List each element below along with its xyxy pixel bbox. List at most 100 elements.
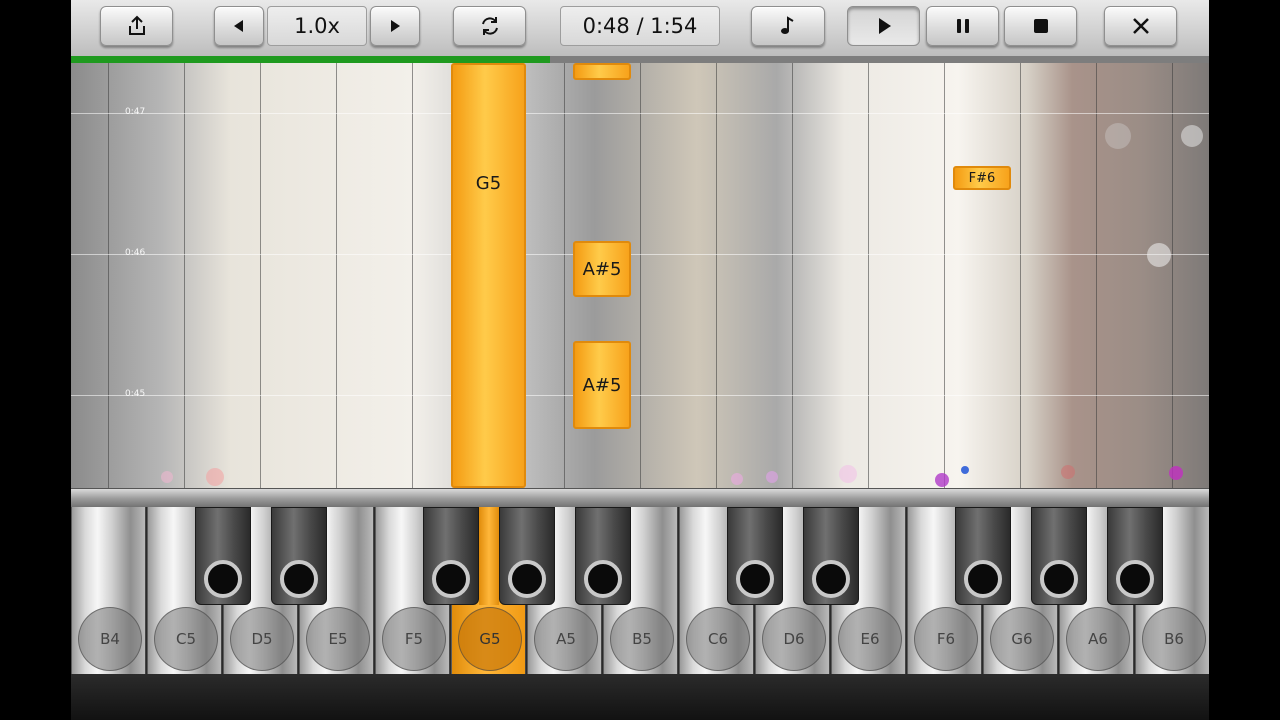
falling-note: G5	[451, 63, 526, 488]
music-note-icon	[777, 15, 799, 37]
key-marker	[508, 560, 546, 598]
share-button[interactable]	[100, 6, 173, 46]
time-mark: 0:45	[125, 389, 146, 399]
lane	[185, 63, 261, 488]
particle	[839, 465, 857, 483]
pause-icon	[953, 16, 973, 36]
key-marker	[812, 560, 850, 598]
piano-key-d-sharp-6[interactable]	[803, 507, 859, 605]
falling-note	[573, 63, 631, 80]
time-mark: 0:46	[125, 248, 146, 258]
particle	[935, 473, 949, 487]
key-label: E6	[838, 607, 902, 671]
stop-button[interactable]	[1004, 6, 1077, 46]
key-marker	[280, 560, 318, 598]
key-label: E5	[306, 607, 370, 671]
particle	[1105, 123, 1131, 149]
note-label: F#6	[968, 170, 996, 186]
lane	[641, 63, 717, 488]
loop-button[interactable]	[453, 6, 526, 46]
lane	[1021, 63, 1097, 488]
progress-bar[interactable]	[71, 56, 1209, 63]
lane	[71, 63, 109, 488]
key-label: C6	[686, 607, 750, 671]
lane	[945, 63, 1021, 488]
toolbar: 1.0x 0:48 / 1:54	[71, 0, 1209, 57]
piano-key-c-sharp-6[interactable]	[727, 507, 783, 605]
key-marker	[964, 560, 1002, 598]
particle	[1061, 465, 1075, 479]
note-roll: 0:47 0:46 0:45 G5 A#5 A#5 F#6	[71, 63, 1209, 488]
key-marker	[432, 560, 470, 598]
lane	[717, 63, 793, 488]
piano-key-d-sharp-5[interactable]	[271, 507, 327, 605]
lane	[337, 63, 413, 488]
key-label: C5	[154, 607, 218, 671]
close-icon	[1131, 16, 1151, 36]
stop-icon	[1031, 16, 1051, 36]
particle	[1181, 125, 1203, 147]
piano-key-b4[interactable]: B4	[71, 507, 146, 674]
pause-button[interactable]	[926, 6, 999, 46]
key-marker	[584, 560, 622, 598]
time-gridline	[71, 395, 1209, 396]
key-label: D6	[762, 607, 826, 671]
particle	[731, 473, 743, 485]
falling-note: A#5	[573, 341, 631, 429]
piano-key-c-sharp-5[interactable]	[195, 507, 251, 605]
lane	[793, 63, 869, 488]
piano-key-g-sharp-5[interactable]	[499, 507, 555, 605]
music-button[interactable]	[751, 6, 825, 46]
speed-down-button[interactable]	[214, 6, 264, 46]
speed-display: 1.0x	[267, 6, 367, 46]
lane	[869, 63, 945, 488]
particle	[206, 468, 224, 486]
falling-note: A#5	[573, 241, 631, 297]
active-key-highlight	[479, 507, 499, 605]
key-label: G6	[990, 607, 1054, 671]
key-label: B6	[1142, 607, 1206, 671]
lane	[109, 63, 185, 488]
key-label: A5	[534, 607, 598, 671]
speed-up-icon	[387, 18, 403, 34]
key-label: D5	[230, 607, 294, 671]
particle	[161, 471, 173, 483]
particle	[961, 466, 969, 474]
play-button[interactable]	[847, 6, 920, 46]
falling-note: F#6	[953, 166, 1011, 190]
note-label: G5	[475, 173, 502, 194]
time-gridline	[71, 113, 1209, 114]
particle	[1169, 466, 1183, 480]
piano-key-a-sharp-5[interactable]	[575, 507, 631, 605]
particle	[1147, 243, 1171, 267]
key-label: B5	[610, 607, 674, 671]
piano-app: 1.0x 0:48 / 1:54 0:47 0:46 0:45 G5 A#5 A…	[71, 0, 1209, 720]
play-icon	[874, 16, 894, 36]
piano-key-g-sharp-6[interactable]	[1031, 507, 1087, 605]
speed-down-icon	[231, 18, 247, 34]
key-label: A6	[1066, 607, 1130, 671]
close-button[interactable]	[1104, 6, 1177, 46]
speed-up-button[interactable]	[370, 6, 420, 46]
key-marker	[1116, 560, 1154, 598]
time-gridline	[71, 254, 1209, 255]
note-label: A#5	[582, 374, 622, 396]
particle	[766, 471, 778, 483]
piano-keyboard: B4 C5 D5 E5 F5 G5 A5 B5 C6 D6 E6 F6 G6 A…	[71, 507, 1209, 674]
key-label: G5	[458, 607, 522, 671]
lane	[261, 63, 337, 488]
piano-key-a-sharp-6[interactable]	[1107, 507, 1163, 605]
loop-icon	[478, 14, 502, 38]
progress-fill	[71, 56, 551, 63]
key-marker	[736, 560, 774, 598]
share-icon	[125, 14, 149, 38]
key-marker	[204, 560, 242, 598]
piano-key-f-sharp-6[interactable]	[955, 507, 1011, 605]
time-mark: 0:47	[125, 107, 146, 117]
key-marker	[1040, 560, 1078, 598]
key-label: F5	[382, 607, 446, 671]
key-label: B4	[78, 607, 142, 671]
keyboard-rail	[71, 488, 1209, 508]
key-label: F6	[914, 607, 978, 671]
piano-key-f-sharp-5[interactable]	[423, 507, 479, 605]
